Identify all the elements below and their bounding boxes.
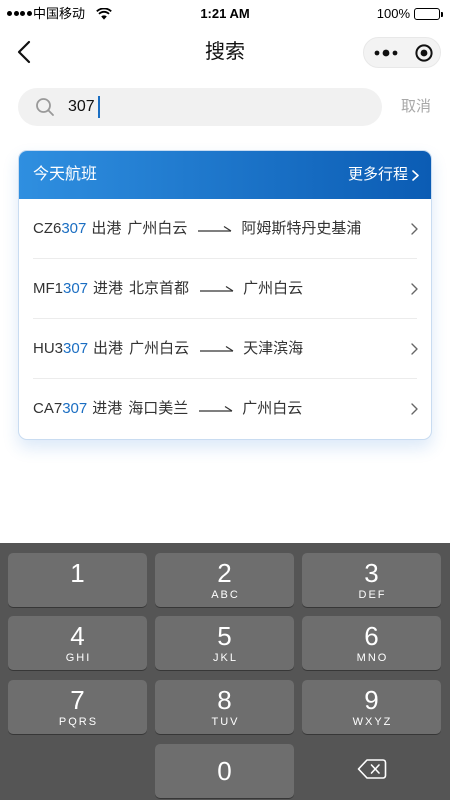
flight-direction: 进港 (93, 280, 124, 297)
chevron-right-icon (412, 169, 419, 181)
key-digit: 1 (70, 558, 85, 588)
battery-percent: 100% (376, 6, 410, 21)
key-letters: WXYZ (352, 716, 393, 728)
search-icon (35, 97, 55, 117)
battery-icon (414, 8, 440, 20)
key-2[interactable]: 2 ABC (155, 553, 294, 607)
arrow-right-icon (198, 224, 232, 234)
key-digit: 7 (70, 685, 85, 715)
flight-code-match: 307 (63, 340, 89, 357)
flight-direction: 出港 (93, 340, 124, 357)
search-text: 307 (68, 98, 95, 115)
flight-direction: 进港 (92, 400, 123, 417)
cancel-button[interactable]: 取消 (396, 97, 436, 117)
signal-icon (7, 11, 32, 16)
more-trips-label: 更多行程 (347, 166, 408, 183)
page-title: 搜索 (205, 41, 245, 63)
flight-row[interactable]: HU3307 出港 广州白云 天津滨海 (19, 319, 431, 379)
clock: 1:21 AM (200, 6, 250, 21)
wifi-icon (96, 7, 112, 20)
delete-key[interactable] (302, 744, 441, 798)
arrow-right-icon (200, 284, 234, 294)
key-digit: 3 (364, 558, 379, 588)
flight-destination: 天津滨海 (243, 340, 304, 357)
chevron-left-icon (12, 40, 40, 70)
flight-code-prefix: CZ6 (33, 220, 62, 237)
key-9[interactable]: 9 WXYZ (302, 680, 441, 734)
key-4[interactable]: 4 GHI (8, 616, 147, 670)
flight-code: MF1307 (33, 279, 88, 299)
key-letters: MNO (356, 652, 389, 664)
card-title: 今天航班 (33, 166, 98, 183)
flight-origin: 广州白云 (127, 220, 188, 237)
chevron-right-icon (411, 403, 418, 415)
key-7[interactable]: 7 PQRS (8, 680, 147, 734)
search-value: 307 (68, 96, 100, 118)
key-letters: JKL (213, 652, 238, 664)
flight-code-prefix: HU3 (33, 340, 64, 357)
card-header: 今天航班 更多行程 (19, 151, 431, 199)
status-bar: 中国移动 1:21 AM 100% (0, 0, 450, 28)
flight-code: HU3307 (33, 339, 88, 359)
key-digit: 0 (217, 756, 232, 786)
flight-destination: 广州白云 (243, 280, 304, 297)
key-letters: GHI (65, 652, 92, 664)
flights-card: 今天航班 更多行程 CZ6307 出港 广州白云 阿姆斯特丹史基浦 MF1307… (18, 150, 432, 440)
flight-destination: 广州白云 (242, 400, 303, 417)
key-3[interactable]: 3 DEF (302, 553, 441, 607)
flight-code-prefix: CA7 (33, 400, 63, 417)
flight-code: CA7307 (33, 399, 87, 419)
flight-destination: 阿姆斯特丹史基浦 (241, 220, 362, 237)
flight-code-match: 307 (62, 400, 88, 417)
key-digit: 8 (217, 685, 232, 715)
numeric-keyboard: 1 2 ABC 3 DEF 4 GHI 5 JKL 6 MNO 7 PQRS 8… (0, 543, 450, 800)
search-input[interactable]: 307 (18, 88, 382, 126)
key-digit: 4 (70, 621, 85, 651)
flight-row[interactable]: MF1307 进港 北京首都 广州白云 (19, 259, 431, 319)
chevron-right-icon (411, 283, 418, 295)
backspace-icon (357, 758, 387, 785)
key-digit: 9 (364, 685, 379, 715)
flight-row[interactable]: CZ6307 出港 广州白云 阿姆斯特丹史基浦 (19, 199, 431, 259)
carrier-name: 中国移动 (33, 6, 86, 21)
back-button[interactable] (12, 38, 40, 66)
chevron-right-icon (411, 223, 418, 235)
key-letters: DEF (358, 589, 387, 601)
key-letters: ABC (211, 589, 240, 601)
flight-origin: 海口美兰 (128, 400, 189, 417)
key-letters: TUV (211, 716, 240, 728)
battery-cap (441, 11, 443, 17)
key-6[interactable]: 6 MNO (302, 616, 441, 670)
flight-code-match: 307 (63, 280, 89, 297)
key-0[interactable]: 0 (155, 744, 294, 798)
flight-origin: 广州白云 (129, 340, 190, 357)
flight-origin: 北京首都 (129, 280, 190, 297)
key-letters: PQRS (58, 716, 99, 728)
flight-code: CZ6307 (33, 219, 86, 239)
key-1[interactable]: 1 (8, 553, 147, 607)
chevron-right-icon (411, 343, 418, 355)
flight-code-prefix: MF1 (33, 280, 63, 297)
target-circle-icon[interactable] (414, 43, 434, 63)
flight-code-match: 307 (61, 220, 87, 237)
arrow-right-icon (200, 344, 234, 354)
flight-direction: 出港 (91, 220, 122, 237)
text-cursor (97, 96, 100, 118)
key-8[interactable]: 8 TUV (155, 680, 294, 734)
key-digit: 6 (364, 621, 379, 651)
flight-row[interactable]: CA7307 进港 海口美兰 广州白云 (19, 379, 431, 439)
more-trips-link[interactable]: 更多行程 (348, 165, 419, 185)
key-digit: 2 (217, 558, 232, 588)
mini-program-capsule (363, 37, 441, 68)
key-digit: 5 (217, 621, 232, 651)
key-5[interactable]: 5 JKL (155, 616, 294, 670)
arrow-right-icon (199, 404, 233, 414)
more-dots-icon[interactable] (373, 46, 399, 60)
